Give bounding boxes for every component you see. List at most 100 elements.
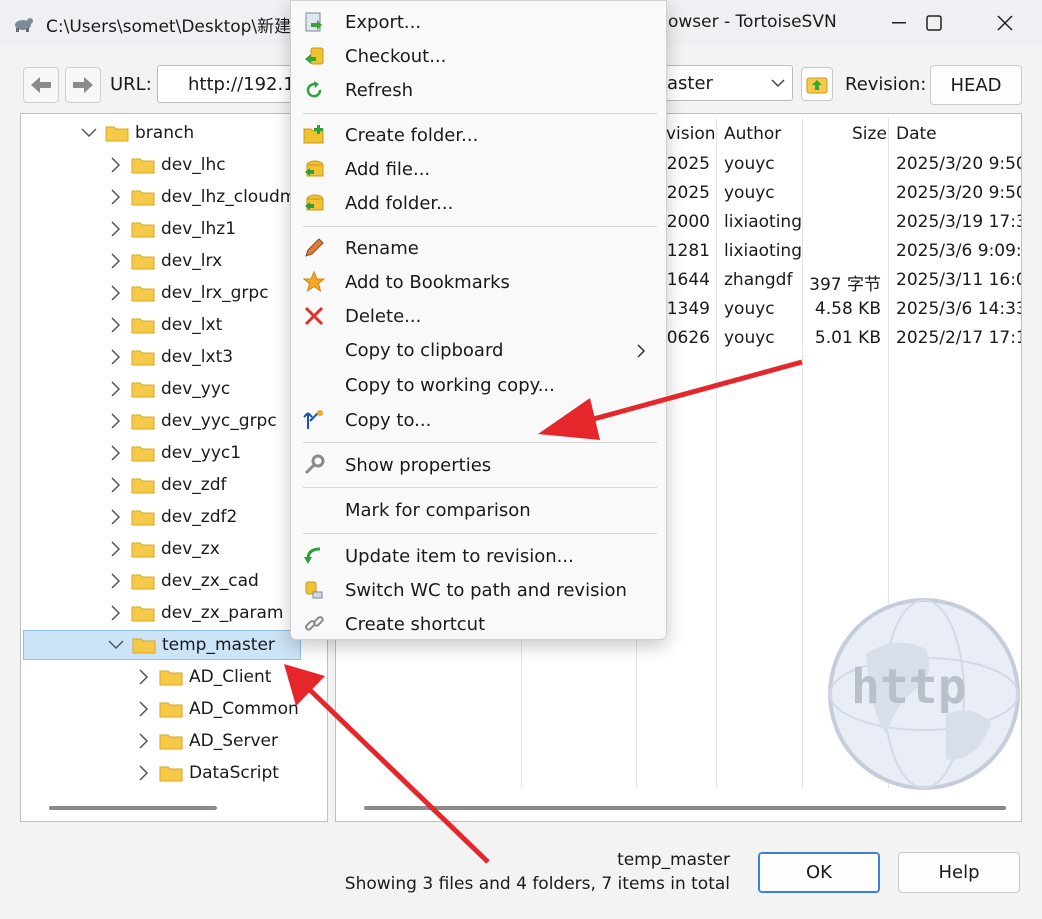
chevron-right-icon[interactable]: [133, 699, 153, 719]
tree-item[interactable]: dev_lrx_grpc: [21, 278, 327, 308]
tree-item-label: AD_Server: [189, 731, 278, 751]
menu-item-refresh[interactable]: Refresh: [291, 73, 666, 107]
tree-item[interactable]: dev_lhz1: [21, 214, 327, 244]
menu-item-label: Rename: [345, 237, 419, 259]
menu-item-label: Show properties: [345, 454, 492, 476]
tree-item[interactable]: DataScript: [21, 758, 327, 788]
tree-item[interactable]: dev_yyc: [21, 374, 327, 404]
folder-icon: [131, 508, 155, 526]
column-header-date[interactable]: Date: [896, 124, 937, 144]
menu-item-add-to-bookmarks[interactable]: Add to Bookmarks: [291, 265, 666, 299]
chevron-right-icon[interactable]: [105, 155, 125, 175]
back-button[interactable]: [23, 67, 59, 103]
chevron-down-icon[interactable]: [106, 635, 126, 655]
cell-size: 4.58 KB: [814, 299, 881, 319]
menu-item-export[interactable]: Export...: [291, 5, 666, 39]
menu-item-add-file[interactable]: Add file...: [291, 152, 666, 186]
menu-item-label: Add to Bookmarks: [345, 271, 510, 293]
menu-item-update-item-to-revision[interactable]: Update item to revision...: [291, 539, 666, 573]
chevron-right-icon[interactable]: [105, 187, 125, 207]
tree-item[interactable]: branch: [21, 118, 327, 148]
chevron-right-icon[interactable]: [105, 219, 125, 239]
star-icon: [303, 271, 325, 293]
checkout-icon: [303, 45, 325, 67]
chevron-down-icon[interactable]: [79, 123, 99, 143]
list-horizontal-scrollbar[interactable]: [364, 806, 1006, 810]
chevron-right-icon[interactable]: [105, 571, 125, 591]
chevron-right-icon[interactable]: [105, 379, 125, 399]
tree-item[interactable]: dev_lhz_cloudma: [21, 182, 327, 212]
menu-item-mark-for-comparison[interactable]: Mark for comparison: [291, 493, 666, 527]
rename-pencil-icon: [303, 237, 325, 259]
tree-item[interactable]: dev_zx_param: [21, 598, 327, 628]
column-header-author[interactable]: Author: [724, 124, 781, 144]
tree-item-label: AD_Common: [189, 699, 299, 719]
menu-item-create-folder[interactable]: Create folder...: [291, 118, 666, 152]
chevron-right-icon[interactable]: [105, 315, 125, 335]
folder-icon: [131, 540, 155, 558]
tree-item[interactable]: AD_Server: [21, 726, 327, 756]
chevron-right-icon[interactable]: [105, 347, 125, 367]
cell-revision: 2025: [666, 154, 710, 174]
folder-icon: [132, 636, 156, 654]
tree-item[interactable]: dev_lxt3: [21, 342, 327, 372]
revision-button[interactable]: HEAD: [930, 65, 1022, 105]
close-button[interactable]: [970, 0, 1040, 46]
tree-item[interactable]: dev_zx_cad: [21, 566, 327, 596]
column-header-size[interactable]: Size: [852, 124, 887, 144]
tree-item[interactable]: dev_yyc1: [21, 438, 327, 468]
tree-item-label: dev_yyc_grpc: [161, 411, 277, 431]
chevron-right-icon[interactable]: [105, 507, 125, 527]
help-button[interactable]: Help: [898, 852, 1020, 893]
tree-item[interactable]: AD_Common: [21, 694, 327, 724]
chevron-right-icon[interactable]: [105, 283, 125, 303]
tree-item-label: dev_lxt3: [161, 347, 234, 367]
chevron-right-icon[interactable]: [133, 763, 153, 783]
up-folder-button[interactable]: [801, 67, 833, 101]
menu-item-copy-to-clipboard[interactable]: Copy to clipboard: [291, 333, 666, 367]
menu-item-delete[interactable]: Delete...: [291, 299, 666, 333]
chevron-right-icon[interactable]: [105, 603, 125, 623]
chevron-right-icon[interactable]: [105, 251, 125, 271]
chevron-right-icon[interactable]: [105, 475, 125, 495]
cell-size: 5.01 KB: [814, 328, 881, 348]
branch-combo-value: aster: [667, 73, 713, 94]
branch-combo[interactable]: aster: [660, 65, 793, 101]
tree-item[interactable]: dev_yyc_grpc: [21, 406, 327, 436]
tree-item[interactable]: dev_lrx: [21, 246, 327, 276]
chevron-right-icon[interactable]: [105, 411, 125, 431]
close-icon: [997, 15, 1013, 31]
tree-item[interactable]: dev_lxt: [21, 310, 327, 340]
url-input[interactable]: http://192.16: [157, 65, 306, 103]
chevron-right-icon[interactable]: [105, 539, 125, 559]
ok-button[interactable]: OK: [758, 852, 880, 893]
chevron-right-icon[interactable]: [133, 731, 153, 751]
tree-item-selected[interactable]: temp_master: [23, 630, 301, 660]
menu-item-checkout[interactable]: Checkout...: [291, 39, 666, 73]
tree-item[interactable]: dev_zdf2: [21, 502, 327, 532]
repository-tree[interactable]: branch dev_lhc dev_lhz_cloudma dev_lhz1 dev_…: [20, 113, 328, 822]
forward-button[interactable]: [65, 67, 101, 103]
menu-item-rename[interactable]: Rename: [291, 231, 666, 265]
menu-item-show-properties[interactable]: Show properties: [291, 448, 666, 482]
tree-item-label: dev_zx_cad: [161, 571, 259, 591]
tree-item[interactable]: dev_zx: [21, 534, 327, 564]
maximize-button[interactable]: [899, 0, 969, 46]
menu-separator: [303, 533, 657, 534]
menu-item-switch-wc-to-path-and-revision[interactable]: Switch WC to path and revision: [291, 573, 666, 607]
tree-item[interactable]: dev_zdf: [21, 470, 327, 500]
tree-item-label: dev_yyc: [161, 379, 231, 399]
tree-horizontal-scrollbar[interactable]: [49, 806, 217, 810]
menu-item-create-shortcut[interactable]: Create shortcut: [291, 607, 666, 641]
tree-item[interactable]: AD_Client: [21, 662, 327, 692]
menu-item-copy-to[interactable]: Copy to...: [291, 403, 666, 437]
chevron-right-icon[interactable]: [133, 667, 153, 687]
column-separator: [802, 118, 803, 788]
menu-item-label: Refresh: [345, 79, 413, 101]
menu-item-add-folder[interactable]: Add folder...: [291, 186, 666, 220]
chevron-right-icon[interactable]: [105, 443, 125, 463]
menu-item-copy-to-working-copy[interactable]: Copy to working copy...: [291, 368, 666, 402]
tree-item-label: dev_lhz_cloudma: [161, 187, 307, 207]
column-header-revision[interactable]: vision: [666, 124, 716, 144]
tree-item[interactable]: dev_lhc: [21, 150, 327, 180]
